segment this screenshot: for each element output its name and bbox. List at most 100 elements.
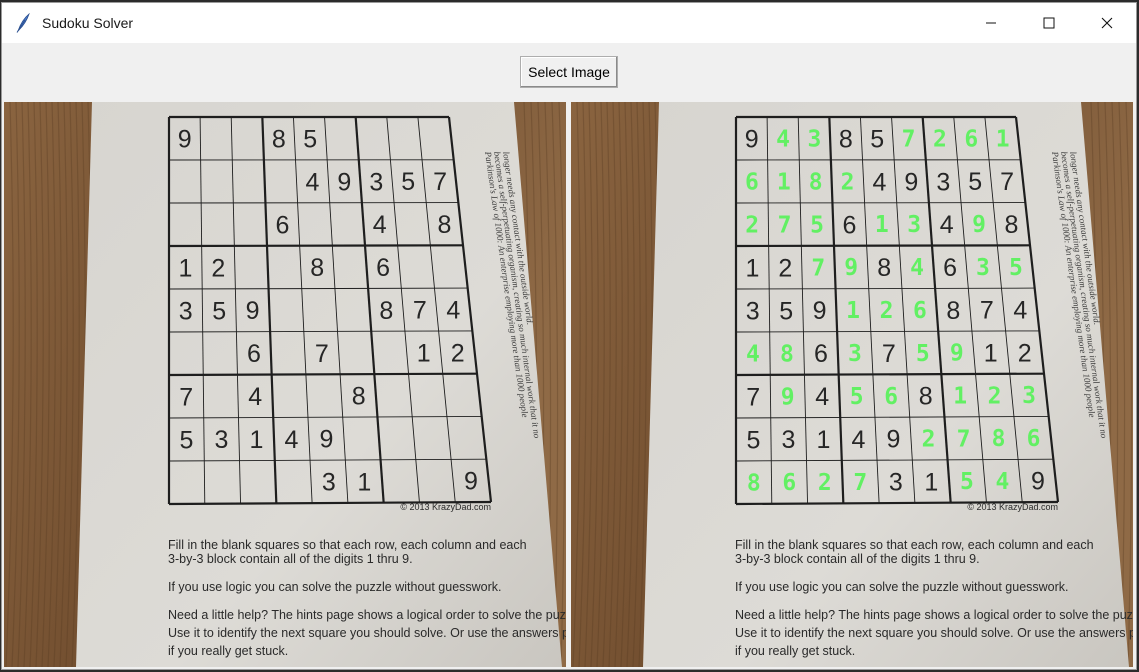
grid-line-horizontal [168,372,478,377]
copyright-text: © 2013 KrazyDad.com [400,502,491,512]
given-digit: 1 [984,339,998,367]
instruction-line: Need a little help? The hints page shows… [168,608,566,622]
close-icon [1101,17,1113,29]
given-digit: 4 [373,211,387,239]
given-digit: 9 [887,426,901,454]
minimize-button[interactable] [962,3,1020,43]
solved-digit: 6 [884,384,898,410]
given-digit: 5 [401,168,415,196]
solved-digit: 6 [964,126,978,152]
given-digit: 3 [746,297,760,325]
given-digit: 7 [882,340,896,368]
given-digit: 7 [746,383,760,411]
minimize-icon [986,22,996,24]
close-button[interactable] [1078,3,1136,43]
given-digit: 7 [315,340,329,368]
maximize-button[interactable] [1020,3,1078,43]
given-digit: 3 [369,168,383,196]
given-digit: 9 [1031,468,1045,496]
given-digit: 2 [778,254,792,282]
solved-digit: 3 [1022,383,1036,409]
solved-digit: 7 [853,470,867,496]
solved-digit: 7 [778,212,792,238]
solved-sudoku-photo: 9 4 3 8 5 7 2 6 16 1 8 2 4 9 3 5 72 7 5 6 1 3 4 9 81 2 7 9 8 4 6 3 53 5 9 1… [571,102,1133,667]
given-digit: 3 [215,426,229,454]
instruction-line: if you really get stuck. [735,644,855,658]
select-image-button[interactable]: Select Image [520,56,618,88]
solved-digit: 5 [1009,255,1023,281]
solved-digit: 9 [781,384,795,410]
given-digit: 4 [1013,297,1027,325]
given-digit: 3 [782,426,796,454]
given-digit: 8 [352,383,366,411]
copyright-text: © 2013 KrazyDad.com [967,502,1058,512]
solved-digit: 1 [953,383,967,409]
given-digit: 5 [870,125,884,153]
solved-digit: 2 [922,426,936,452]
input-image-panel: 9 8 5 4 9 3 5 7 6 4 8 1 2 8 6 3 5 9 8 7 4 6 7 1 2 7 4 8 5 3 1 4 9 3 1 9 © 20… [4,102,566,667]
solved-digit: 8 [747,470,761,496]
given-digit: 1 [357,468,371,496]
given-digit: 4 [940,211,954,239]
solved-digit: 2 [818,470,832,496]
solved-digit: 4 [995,469,1009,495]
solved-digit: 9 [972,212,986,238]
given-digit: 3 [322,469,336,497]
given-digit: 5 [303,125,317,153]
solved-digit: 8 [780,341,794,367]
given-digit: 5 [779,297,793,325]
given-digit: 8 [310,254,324,282]
instruction-line: Fill in the blank squares so that each r… [735,538,1094,552]
solved-digit: 2 [745,212,759,238]
instruction-line: Use it to identify the next square you s… [168,626,566,640]
given-digit: 6 [376,254,390,282]
given-digit: 8 [438,211,452,239]
title-bar: Sudoku Solver [2,3,1136,43]
given-digit: 3 [936,168,950,196]
given-digit: 7 [1000,168,1014,196]
given-digit: 6 [943,254,957,282]
solved-digit: 5 [850,384,864,410]
solved-digit: 6 [913,298,927,324]
given-digit: 2 [451,339,465,367]
solved-digit: 8 [992,426,1006,452]
given-digit: 1 [250,426,264,454]
given-digit: 9 [246,297,260,325]
grid-line-horizontal [735,372,1045,377]
instruction-line: if you really get stuck. [168,644,288,658]
solved-digit: 1 [875,212,889,238]
solved-digit: 4 [776,126,790,152]
given-digit: 5 [968,168,982,196]
solved-digit: 1 [996,126,1010,152]
given-digit: 4 [852,426,866,454]
given-digit: 9 [813,297,827,325]
given-digit: 1 [817,426,831,454]
solved-digit: 2 [841,169,855,195]
given-digit: 4 [285,426,299,454]
given-digit: 9 [904,168,918,196]
solved-digit: 3 [907,212,921,238]
given-digit: 8 [946,297,960,325]
given-digit: 4 [248,383,262,411]
solved-digit: 4 [746,341,760,367]
given-digit: 1 [417,339,431,367]
given-digit: 9 [337,168,351,196]
instruction-line: Need a little help? The hints page shows… [735,608,1133,622]
solved-digit: 1 [777,169,791,195]
solved-digit: 9 [844,255,858,281]
given-digit: 8 [919,383,933,411]
given-digit: 5 [212,297,226,325]
solved-digit: 5 [810,212,824,238]
given-digit: 6 [814,340,828,368]
solved-digit: 6 [745,169,759,195]
given-digit: 8 [1005,211,1019,239]
given-digit: 9 [320,426,334,454]
instruction-line: 3-by-3 block contain all of the digits 1… [168,552,413,566]
given-digit: 7 [980,297,994,325]
given-digit: 2 [211,254,225,282]
solved-digit: 9 [950,341,964,367]
given-digit: 1 [924,468,938,496]
solved-digit: 5 [960,469,974,495]
maximize-icon [1043,17,1055,29]
given-digit: 8 [272,125,286,153]
